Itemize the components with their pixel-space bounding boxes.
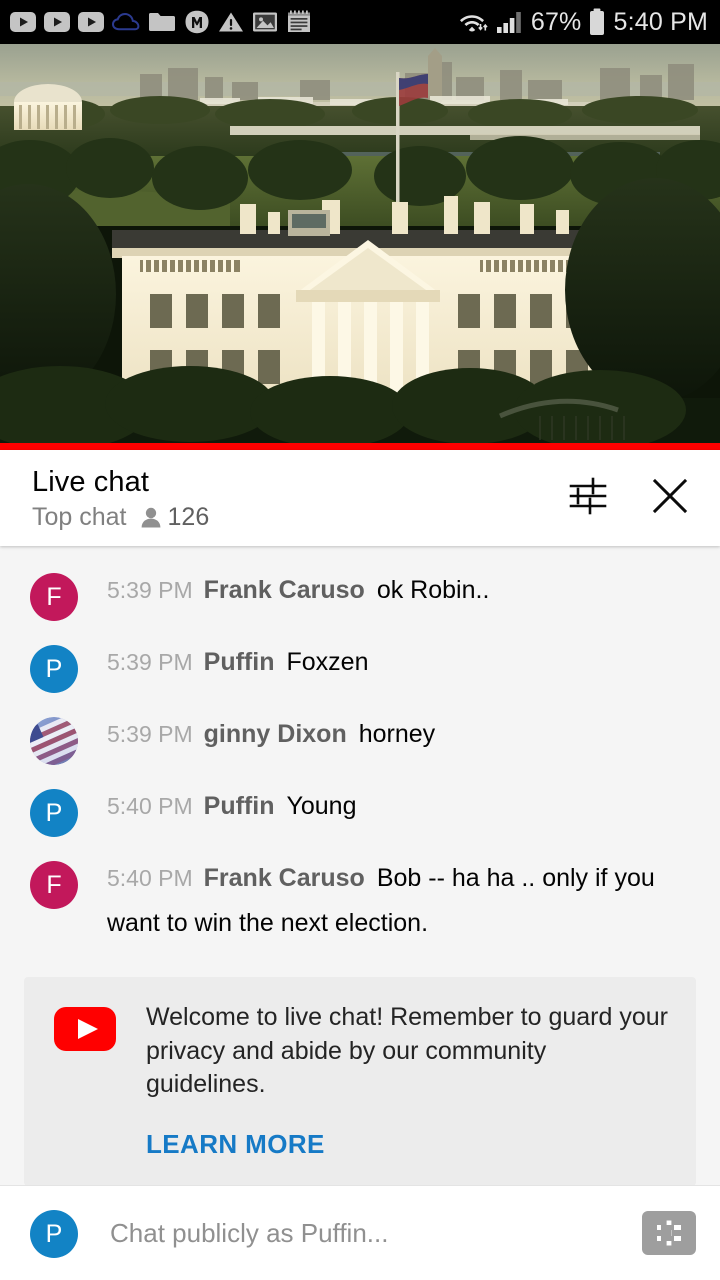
message-author[interactable]: ginny Dixon bbox=[204, 720, 347, 748]
battery-icon bbox=[590, 8, 605, 35]
person-icon bbox=[141, 507, 160, 528]
message-timestamp: 5:39 PM bbox=[107, 577, 193, 603]
message-author[interactable]: Frank Caruso bbox=[204, 864, 365, 892]
video-frame-whitehouse bbox=[0, 44, 720, 450]
avatar[interactable]: P bbox=[30, 789, 78, 837]
live-chat-subheader: Top chat 126 bbox=[32, 502, 560, 531]
chat-message[interactable]: P 5:39 PM Puffin Foxzen bbox=[0, 632, 720, 704]
avatar[interactable] bbox=[30, 717, 78, 765]
youtube-play-icon bbox=[10, 12, 36, 32]
wifi-icon bbox=[459, 15, 488, 32]
avatar-letter: P bbox=[45, 1219, 63, 1248]
chat-message-body: 5:39 PM Frank Caruso ok Robin.. bbox=[78, 571, 696, 617]
notepad-icon bbox=[288, 10, 310, 32]
youtube-logo-icon bbox=[54, 1007, 116, 1051]
live-chat-header: Live chat Top chat 126 bbox=[0, 450, 720, 546]
video-player[interactable] bbox=[0, 44, 720, 450]
chat-message-body: 5:39 PM ginny Dixon horney bbox=[78, 715, 696, 761]
banner-icon-wrap bbox=[54, 1007, 116, 1056]
status-bar-system-icons: 67% 5:40 PM bbox=[459, 8, 708, 36]
live-chat-header-actions bbox=[560, 468, 698, 528]
live-chat-title: Live chat bbox=[32, 466, 149, 499]
clock-label: 5:40 PM bbox=[613, 7, 708, 36]
youtube-play-icon bbox=[44, 12, 70, 32]
message-timestamp: 5:40 PM bbox=[107, 793, 193, 819]
cellular-signal-icon bbox=[496, 12, 521, 33]
chat-input[interactable]: Chat publicly as Puffin... bbox=[78, 1218, 642, 1249]
avatar[interactable]: P bbox=[30, 645, 78, 693]
current-user-avatar[interactable]: P bbox=[30, 1210, 78, 1258]
message-author[interactable]: Puffin bbox=[204, 648, 275, 676]
message-author[interactable]: Puffin bbox=[204, 792, 275, 820]
viewer-count-group: 126 bbox=[139, 502, 210, 531]
chat-settings-icon bbox=[569, 477, 607, 515]
viewer-count-label: 126 bbox=[167, 502, 210, 531]
monument-m-icon bbox=[185, 10, 209, 34]
chat-message[interactable]: P 5:40 PM Puffin Young bbox=[0, 776, 720, 848]
message-text: Foxzen bbox=[286, 648, 369, 676]
cloud-icon bbox=[112, 12, 140, 31]
message-timestamp: 5:39 PM bbox=[107, 721, 193, 747]
message-text: ok Robin.. bbox=[376, 576, 490, 604]
close-chat-button[interactable] bbox=[642, 468, 698, 524]
chat-message[interactable]: 5:39 PM ginny Dixon horney bbox=[0, 704, 720, 776]
avatar-letter: F bbox=[46, 582, 62, 611]
chat-message[interactable]: F 5:40 PM Frank Caruso Bob -- ha ha .. onl… bbox=[0, 848, 720, 961]
money-dollar-icon bbox=[657, 1220, 681, 1246]
chat-input-bar: P Chat publicly as Puffin... bbox=[0, 1185, 720, 1280]
avatar-letter: F bbox=[46, 870, 62, 899]
welcome-banner: Welcome to live chat! Remember to guard … bbox=[24, 977, 696, 1185]
video-progress-fill bbox=[0, 443, 720, 450]
avatar-photo-flag-icon bbox=[30, 717, 78, 765]
avatar[interactable]: F bbox=[30, 573, 78, 621]
folder-icon bbox=[149, 13, 175, 31]
close-icon bbox=[652, 478, 688, 514]
status-bar: 67% 5:40 PM bbox=[0, 0, 720, 44]
battery-percent-label: 67% bbox=[530, 7, 582, 36]
youtube-live-chat-screen: 67% 5:40 PM Live chat Top chat 126 F 5:3… bbox=[0, 0, 720, 1280]
message-text: Young bbox=[286, 792, 357, 820]
image-icon bbox=[253, 12, 277, 32]
chat-message-list[interactable]: F 5:39 PM Frank Caruso ok Robin.. P 5:39 P… bbox=[0, 546, 720, 1185]
chat-message-body: 5:40 PM Puffin Young bbox=[78, 787, 696, 833]
avatar[interactable]: F bbox=[30, 861, 78, 909]
banner-text: Welcome to live chat! Remember to guard … bbox=[146, 1003, 668, 1098]
youtube-play-icon bbox=[78, 12, 104, 32]
super-chat-button[interactable] bbox=[642, 1211, 696, 1255]
chat-message[interactable]: F 5:39 PM Frank Caruso ok Robin.. bbox=[0, 560, 720, 632]
avatar-letter: P bbox=[45, 654, 63, 683]
message-timestamp: 5:40 PM bbox=[107, 865, 193, 891]
live-chat-header-text-group: Live chat Top chat 126 bbox=[32, 466, 560, 529]
message-timestamp: 5:39 PM bbox=[107, 649, 193, 675]
chat-message-body: 5:40 PM Frank Caruso Bob -- ha ha .. only … bbox=[78, 859, 696, 950]
chat-settings-button[interactable] bbox=[560, 468, 616, 524]
chat-message-body: 5:39 PM Puffin Foxzen bbox=[78, 643, 696, 689]
learn-more-link[interactable]: LEARN MORE bbox=[146, 1129, 325, 1160]
video-progress-bar[interactable] bbox=[0, 443, 720, 450]
chat-mode-selector[interactable]: Top chat bbox=[32, 504, 127, 530]
message-text: horney bbox=[358, 720, 436, 748]
avatar-letter: P bbox=[45, 798, 63, 827]
status-bar-notification-icons bbox=[10, 10, 459, 34]
warning-triangle-icon bbox=[219, 12, 243, 32]
banner-content: Welcome to live chat! Remember to guard … bbox=[116, 1001, 672, 1160]
message-author[interactable]: Frank Caruso bbox=[204, 576, 365, 604]
